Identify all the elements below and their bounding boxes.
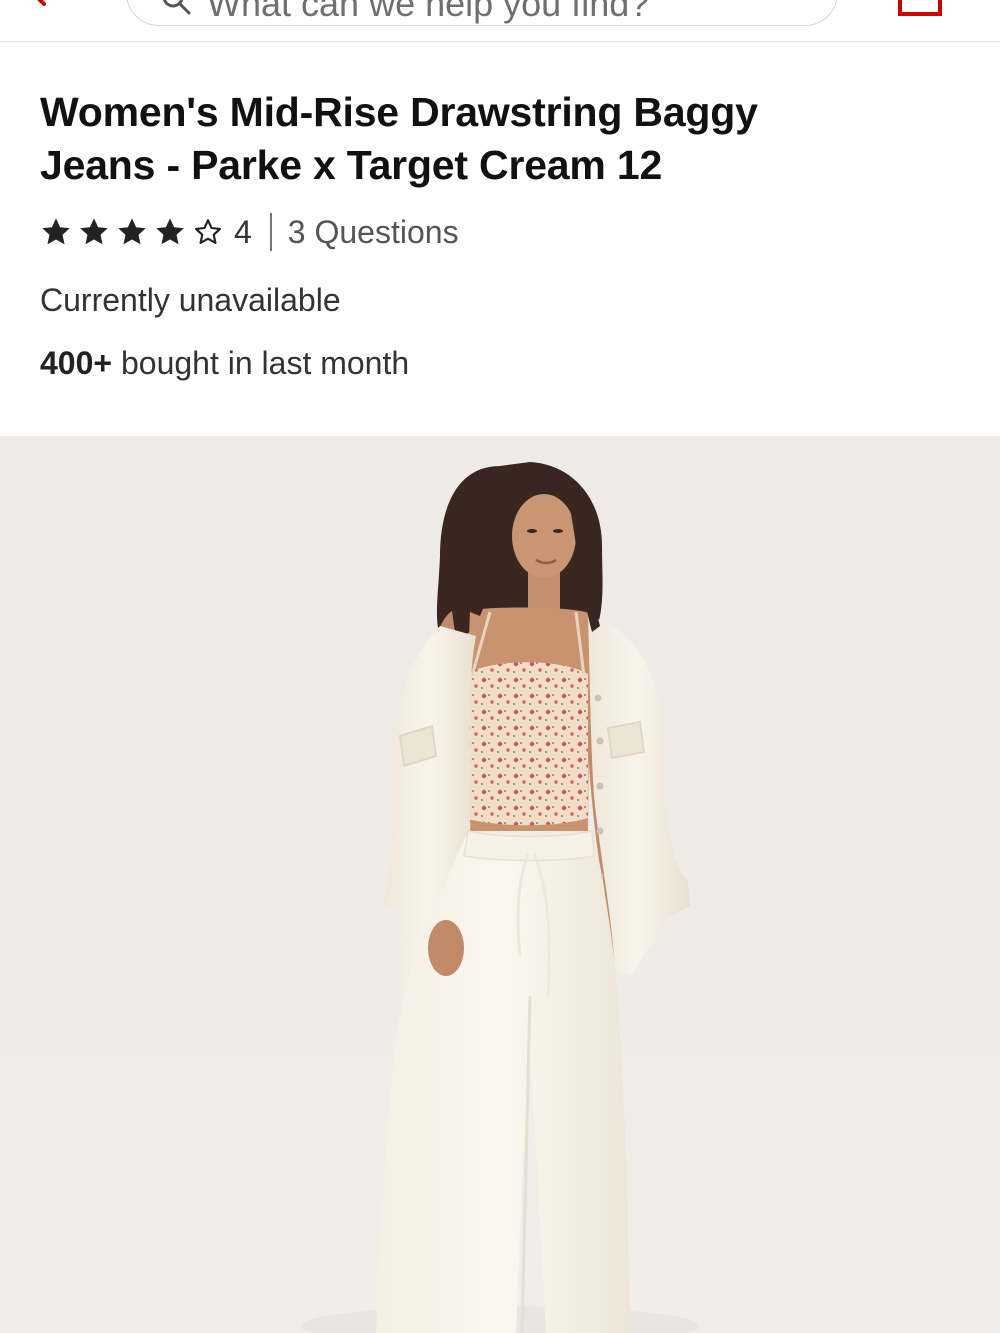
purchase-count: 400+ bought in last month [40, 345, 970, 382]
questions-link[interactable]: 3 Questions [288, 214, 459, 251]
product-image[interactable] [0, 436, 1000, 1333]
star-filled-icon [80, 218, 108, 245]
bought-suffix: bought in last month [112, 345, 410, 381]
rating-value: 4 [234, 213, 252, 250]
star-rating[interactable] [40, 216, 224, 248]
product-info: Women's Mid-Rise Drawstring Baggy Jeans … [40, 86, 970, 382]
cart-icon[interactable] [896, 0, 944, 16]
product-title: Women's Mid-Rise Drawstring Baggy Jeans … [40, 86, 970, 192]
product-photo-illustration [300, 462, 700, 1333]
star-filled-icon [42, 218, 70, 245]
availability-status: Currently unavailable [40, 282, 341, 318]
star-filled-icon [156, 218, 184, 245]
chevron-left-icon[interactable] [18, 0, 58, 10]
star-empty-icon [194, 219, 222, 244]
bought-count: 400+ [40, 345, 113, 381]
product-title-line-1: Women's Mid-Rise Drawstring Baggy [40, 89, 758, 135]
search-input[interactable]: What can we help you find? [126, 0, 838, 26]
rating-row: 4 3 Questions [40, 210, 970, 254]
search-icon [162, 0, 191, 15]
star-filled-icon [118, 218, 146, 245]
top-header: What can we help you find? [0, 0, 1000, 42]
search-placeholder: What can we help you find? [207, 0, 650, 24]
product-title-line-2: Jeans - Parke x Target Cream 12 [40, 142, 663, 188]
rating-divider [269, 213, 272, 251]
